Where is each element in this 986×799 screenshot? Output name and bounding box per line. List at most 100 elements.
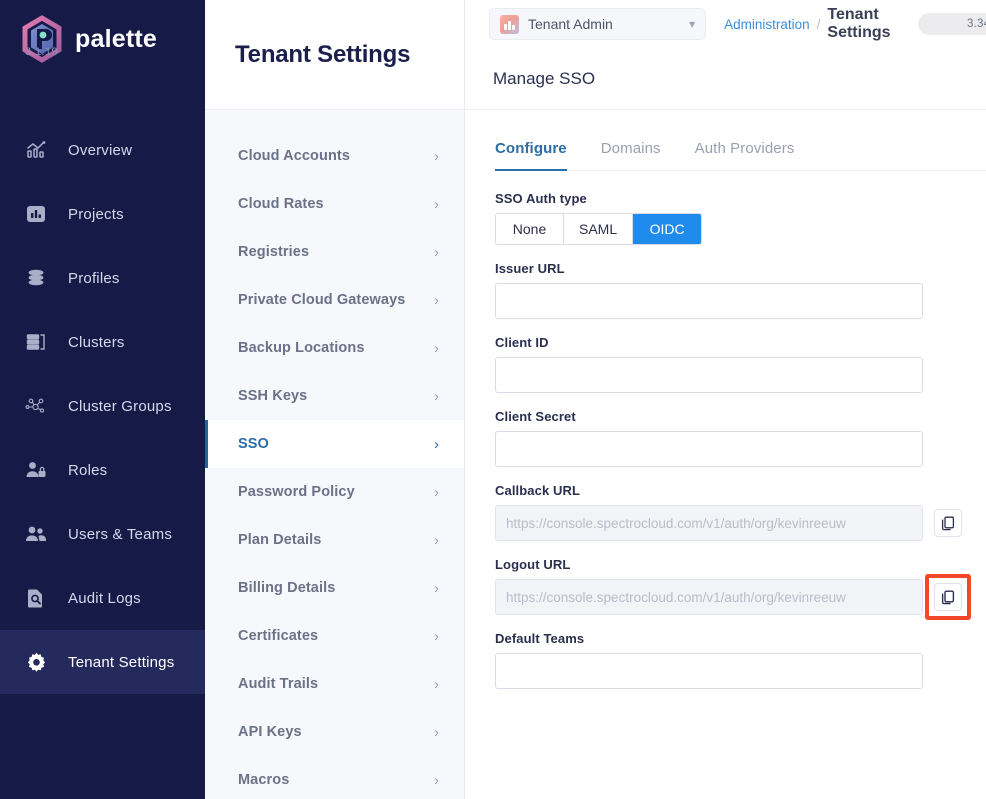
settings-item-sso[interactable]: SSO ›	[205, 420, 464, 468]
breadcrumb-separator: /	[816, 16, 821, 32]
primary-sidebar: palette 3.1.19 Overview Projects Profile…	[0, 0, 205, 799]
tab-auth-providers[interactable]: Auth Providers	[695, 140, 795, 170]
auth-type-option-saml[interactable]: SAML	[564, 214, 634, 244]
field-label: Client Secret	[495, 409, 576, 424]
logout-url-copy-highlight	[925, 574, 971, 620]
settings-item-audit-trails[interactable]: Audit Trails ›	[205, 660, 464, 708]
sso-tabs: Configure Domains Auth Providers	[495, 140, 986, 171]
tab-configure[interactable]: Configure	[495, 140, 567, 171]
settings-item-label: Certificates	[238, 628, 319, 644]
settings-item-label: Private Cloud Gateways	[238, 292, 406, 308]
issuer-url-input[interactable]	[495, 283, 923, 319]
sidebar-item-label: Roles	[68, 461, 108, 479]
sidebar-item-label: Users & Teams	[68, 525, 173, 543]
copy-icon[interactable]	[934, 583, 962, 611]
field-default-teams: Default Teams	[495, 631, 986, 689]
chevron-right-icon: ›	[434, 675, 439, 693]
sidebar-item-overview[interactable]: Overview	[0, 118, 205, 182]
sidebar-item-label: Cluster Groups	[68, 397, 172, 415]
sidebar-item-audit-logs[interactable]: Audit Logs	[0, 566, 205, 630]
chevron-right-icon: ›	[434, 723, 439, 741]
sidebar-item-label: Audit Logs	[68, 589, 141, 607]
breadcrumb-current: Tenant Settings	[827, 6, 891, 41]
settings-item-plan-details[interactable]: Plan Details ›	[205, 516, 464, 564]
sidebar-item-clusters[interactable]: Clusters	[0, 310, 205, 374]
sidebar-item-roles[interactable]: Roles	[0, 438, 205, 502]
settings-item-macros[interactable]: Macros ›	[205, 756, 464, 799]
settings-item-ssh-keys[interactable]: SSH Keys ›	[205, 372, 464, 420]
field-callback-url: Callback URL	[495, 483, 986, 541]
settings-menu: Cloud Accounts › Cloud Rates › Registrie…	[205, 110, 464, 799]
field-label: Logout URL	[495, 557, 571, 572]
settings-item-label: Macros	[238, 772, 290, 788]
tenant-selector[interactable]: Tenant Admin ▾	[489, 8, 707, 40]
settings-item-cloud-rates[interactable]: Cloud Rates ›	[205, 180, 464, 228]
app-version: 3.1.19	[25, 46, 58, 58]
logout-url-row	[495, 574, 986, 620]
audit-logs-icon	[25, 587, 47, 609]
settings-item-backup-locations[interactable]: Backup Locations ›	[205, 324, 464, 372]
sidebar-item-label: Profiles	[68, 269, 120, 287]
chevron-right-icon: ›	[434, 531, 439, 549]
settings-item-password-policy[interactable]: Password Policy ›	[205, 468, 464, 516]
chevron-right-icon: ›	[434, 483, 439, 501]
users-teams-icon	[25, 523, 47, 545]
logout-url-input[interactable]	[495, 579, 923, 615]
copy-icon[interactable]	[934, 509, 962, 537]
sidebar-item-label: Overview	[68, 141, 133, 159]
cluster-groups-icon	[25, 395, 47, 417]
field-label: Client ID	[495, 335, 549, 350]
settings-item-billing-details[interactable]: Billing Details ›	[205, 564, 464, 612]
sidebar-item-tenant-settings[interactable]: Tenant Settings	[0, 630, 205, 694]
field-label: Issuer URL	[495, 261, 565, 276]
sidebar-item-cluster-groups[interactable]: Cluster Groups	[0, 374, 205, 438]
auth-type-option-oidc[interactable]: OIDC	[633, 214, 702, 244]
settings-item-private-cloud-gateways[interactable]: Private Cloud Gateways ›	[205, 276, 464, 324]
sso-content: Configure Domains Auth Providers SSO Aut…	[465, 110, 986, 689]
settings-item-api-keys[interactable]: API Keys ›	[205, 708, 464, 756]
field-sso-auth-type: SSO Auth type None SAML OIDC	[495, 191, 986, 245]
section-title: Manage SSO	[493, 68, 596, 88]
field-client-id: Client ID	[495, 335, 986, 393]
callback-url-copy-wrap	[934, 509, 962, 537]
breadcrumb: Administration / Tenant Settings	[724, 6, 918, 42]
manage-sso-header: Manage SSO	[465, 48, 986, 110]
sidebar-item-users-teams[interactable]: Users & Teams	[0, 502, 205, 566]
topbar-actions: 3.34/100kCh	[918, 11, 986, 37]
auth-type-option-none[interactable]: None	[496, 214, 564, 244]
tenant-selector-label: Tenant Admin	[528, 16, 613, 32]
chevron-right-icon: ›	[434, 147, 439, 165]
sidebar-item-projects[interactable]: Projects	[0, 182, 205, 246]
settings-item-cloud-accounts[interactable]: Cloud Accounts ›	[205, 132, 464, 180]
settings-item-label: Password Policy	[238, 484, 355, 500]
settings-item-label: Backup Locations	[238, 340, 365, 356]
client-secret-input[interactable]	[495, 431, 923, 467]
settings-item-label: SSO	[238, 436, 269, 452]
chevron-right-icon: ›	[434, 387, 439, 405]
settings-item-label: Cloud Accounts	[238, 148, 351, 164]
settings-item-label: API Keys	[238, 724, 302, 740]
brand-name: palette	[75, 24, 157, 53]
default-teams-input[interactable]	[495, 653, 923, 689]
settings-item-certificates[interactable]: Certificates ›	[205, 612, 464, 660]
chevron-right-icon: ›	[434, 627, 439, 645]
clusters-icon	[25, 331, 47, 353]
chart-overview-icon	[25, 139, 47, 161]
sidebar-item-label: Projects	[68, 205, 124, 223]
chevron-right-icon: ›	[434, 579, 439, 597]
settings-item-registries[interactable]: Registries ›	[205, 228, 464, 276]
sidebar-item-label: Tenant Settings	[68, 653, 175, 671]
settings-item-label: Audit Trails	[238, 676, 319, 692]
callback-url-input[interactable]	[495, 505, 923, 541]
tab-domains[interactable]: Domains	[601, 140, 661, 170]
sso-configure-form: SSO Auth type None SAML OIDC Issuer URL …	[495, 171, 986, 689]
usage-badge: 3.34/100kCh	[918, 13, 986, 35]
sidebar-item-profiles[interactable]: Profiles	[0, 246, 205, 310]
topbar: Tenant Admin ▾ Administration / Tenant S…	[465, 0, 986, 48]
gear-icon	[25, 651, 47, 673]
breadcrumb-link-administration[interactable]: Administration	[724, 17, 810, 32]
settings-item-label: Registries	[238, 244, 310, 260]
client-id-input[interactable]	[495, 357, 923, 393]
app-root: palette 3.1.19 Overview Projects Profile…	[0, 0, 986, 799]
settings-header: Tenant Settings	[205, 0, 464, 110]
